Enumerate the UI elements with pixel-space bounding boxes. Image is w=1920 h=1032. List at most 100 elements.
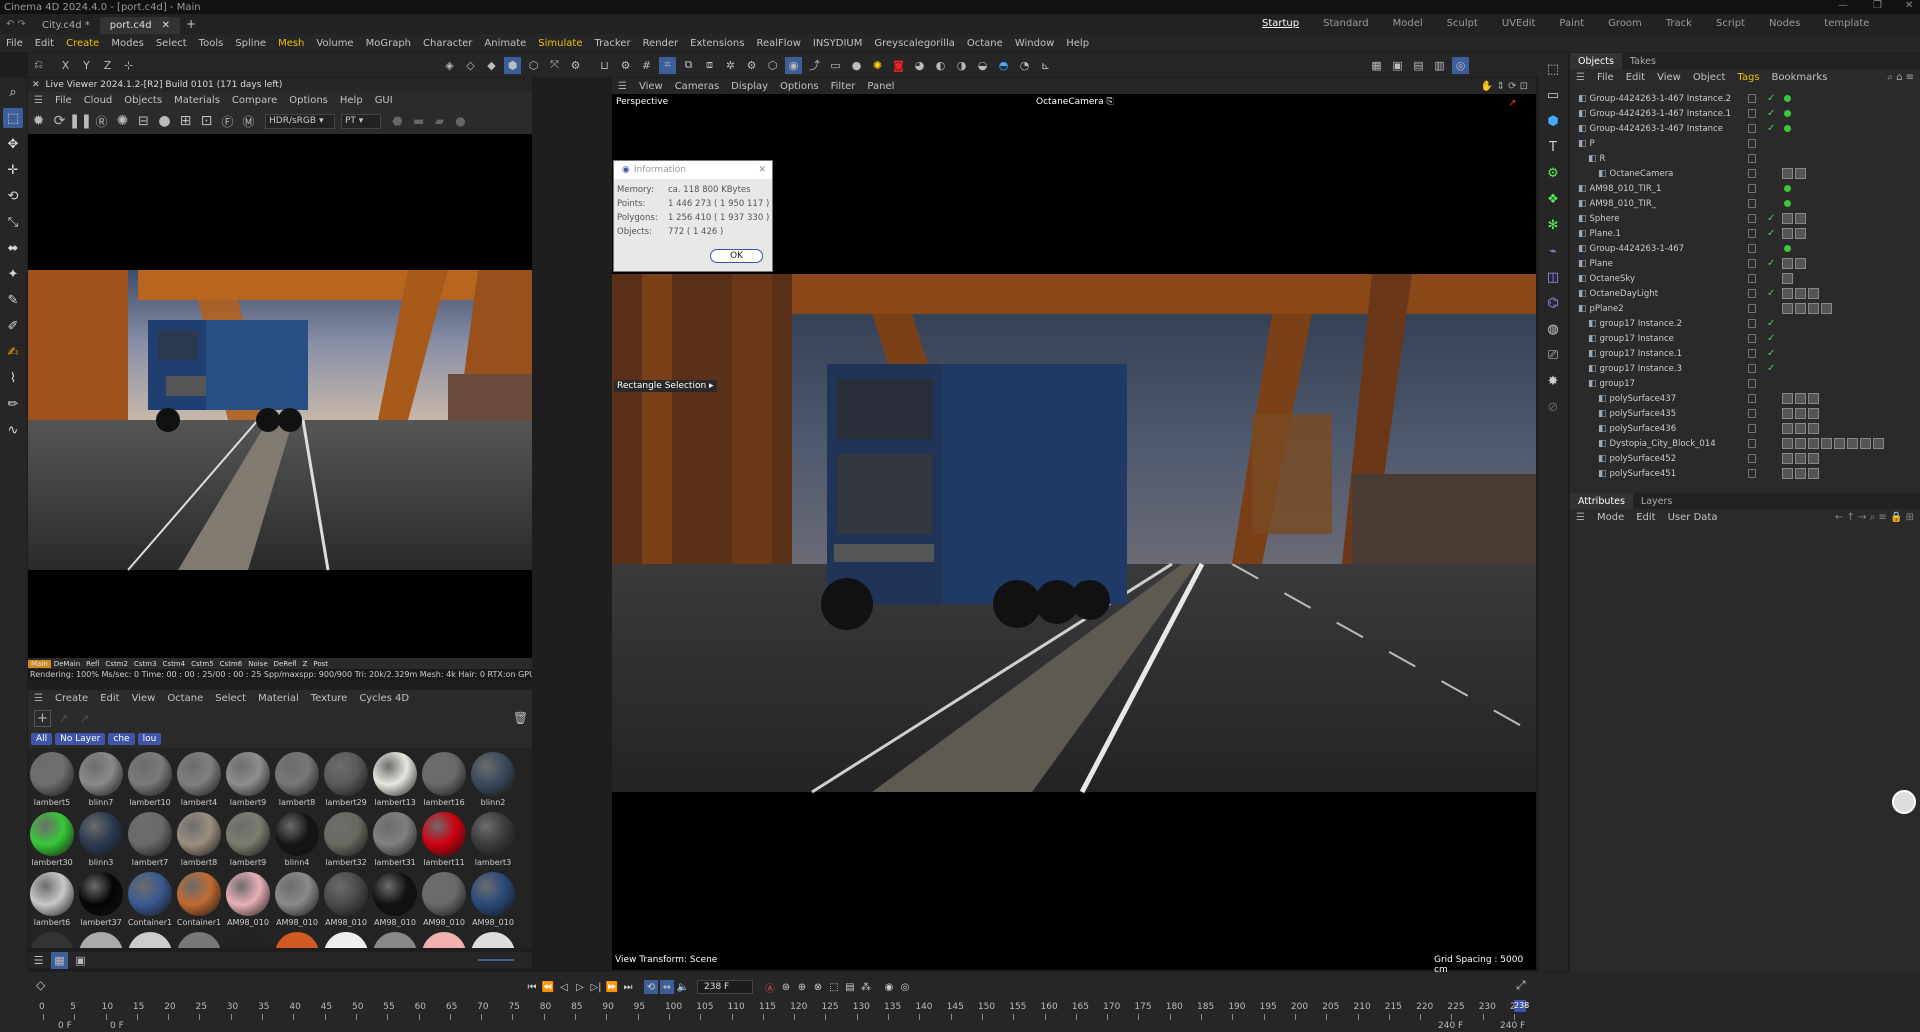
material-swatch-partial[interactable] [79, 932, 123, 948]
material-filter-che[interactable]: che [108, 733, 135, 745]
object-row[interactable]: ◧ polySurface452 [1570, 451, 1920, 466]
layout-tab-script[interactable]: Script [1704, 18, 1757, 29]
tag-icon[interactable] [1860, 438, 1871, 449]
visibility-toggle[interactable] [1748, 379, 1756, 388]
trash-icon[interactable]: 🗑 [512, 710, 529, 727]
object-menu-bookmarks[interactable]: Bookmarks [1766, 72, 1834, 83]
material-swatch[interactable]: lambert8 [273, 752, 321, 812]
tag-icon[interactable] [1782, 273, 1793, 284]
layout-tab-startup[interactable]: Startup [1250, 18, 1311, 29]
light-icon[interactable]: ✸ [1543, 371, 1563, 391]
layer-dot[interactable] [1784, 245, 1791, 252]
tag-icon[interactable]: ⊘ [1543, 397, 1563, 417]
menu-volume[interactable]: Volume [310, 38, 359, 49]
visibility-toggle[interactable] [1748, 409, 1756, 418]
undo-redo-icons[interactable]: ↶ ↷ [0, 19, 32, 30]
object-row[interactable]: ◧ Dystopia_City_Block_014 [1570, 436, 1920, 451]
layout-tab-standard[interactable]: Standard [1311, 18, 1381, 29]
layer-dot[interactable] [1784, 125, 1791, 132]
render-pass-main[interactable]: Main [28, 659, 51, 668]
material-swatch[interactable]: lambert37 [77, 872, 125, 932]
enabled-check-icon[interactable]: ✓ [1767, 318, 1775, 329]
snap-settings-icon[interactable]: ⚙ [617, 57, 634, 74]
object-row[interactable]: ◧ Sphere ✓ [1570, 211, 1920, 226]
add-material-icon[interactable]: + [34, 709, 51, 727]
menu-create[interactable]: Create [60, 38, 105, 49]
material-swatch[interactable]: AM98_010 [322, 872, 370, 932]
enabled-check-icon[interactable]: ✓ [1767, 363, 1775, 374]
menu-octane[interactable]: Octane [961, 38, 1009, 49]
object-row[interactable]: ◧ group17 Instance ✓ [1570, 331, 1920, 346]
tag-icon[interactable] [1808, 453, 1819, 464]
doc-tab-city[interactable]: City.c4d * [32, 17, 100, 34]
viewport-menu-cameras[interactable]: Cameras [669, 81, 725, 92]
live-viewer-menu-options[interactable]: Options [283, 95, 334, 106]
object-row[interactable]: ◧ Group-4424263-1-467 Instance.2 ✓ [1570, 91, 1920, 106]
material-swatch[interactable]: AM98_010 [420, 872, 468, 932]
object-row[interactable]: ◧ OctaneDayLight ✓ [1570, 286, 1920, 301]
attribute-menu-edit[interactable]: Edit [1630, 512, 1661, 523]
workplane-icon[interactable]: ⌗ [659, 56, 676, 74]
menu-render[interactable]: Render [637, 38, 685, 49]
visibility-toggle[interactable] [1748, 184, 1756, 193]
render-region-icon[interactable]: ⧈ [701, 57, 718, 74]
visibility-toggle[interactable] [1748, 274, 1756, 283]
material-swatch-partial[interactable] [275, 932, 319, 948]
add-region-icon[interactable]: ⊞ [177, 113, 194, 130]
tab-objects[interactable]: Objects [1570, 53, 1622, 69]
avatar[interactable] [1892, 790, 1916, 814]
menu-mesh[interactable]: Mesh [272, 38, 310, 49]
material-swatch[interactable]: lambert4 [175, 752, 223, 812]
object-menu-tags[interactable]: Tags [1731, 72, 1765, 83]
spline-pen-icon[interactable]: ∿ [3, 420, 23, 440]
object-row[interactable]: ◧ Group-4424263-1-467 [1570, 241, 1920, 256]
tag-icon[interactable] [1808, 423, 1819, 434]
tag-icon[interactable] [1782, 393, 1793, 404]
render-pass-cstm2[interactable]: Cstm2 [102, 660, 131, 668]
enabled-check-icon[interactable]: ✓ [1767, 228, 1775, 239]
render-pass-cstm5[interactable]: Cstm5 [188, 660, 217, 668]
layer-dot[interactable] [1784, 185, 1791, 192]
viewport-nav-icons[interactable]: ✋ ⇕ ⟳ ⊡ [1481, 81, 1528, 92]
spline-icon[interactable]: ⌁ [1543, 241, 1563, 261]
visibility-toggle[interactable] [1748, 229, 1756, 238]
restart-icon[interactable]: ⟳ [51, 113, 68, 130]
close-tab-icon[interactable]: ✕ [162, 20, 170, 31]
close-icon[interactable]: ✕ [32, 80, 40, 90]
visibility-toggle[interactable] [1748, 349, 1756, 358]
layer-dot[interactable] [1784, 110, 1791, 117]
pen-icon[interactable]: ✐ [3, 316, 23, 336]
material-swatch-partial[interactable] [177, 932, 221, 948]
visibility-toggle[interactable] [1748, 169, 1756, 178]
hamburger-icon[interactable]: ☰ [1576, 72, 1585, 83]
text-icon[interactable]: T [1543, 137, 1563, 157]
visibility-toggle[interactable] [1748, 154, 1756, 163]
material-swatch[interactable]: lambert31 [371, 812, 419, 872]
object-row[interactable]: ◧ Plane.1 ✓ [1570, 226, 1920, 241]
large-icon-view-icon[interactable]: ▣ [72, 952, 89, 969]
menu-edit[interactable]: Edit [29, 38, 60, 49]
tag-icon[interactable] [1821, 438, 1832, 449]
generator-icon[interactable]: ⚙ [1543, 163, 1563, 183]
octane-live-viewer-icon[interactable]: ◎ [1452, 56, 1469, 74]
visibility-toggle[interactable] [1748, 304, 1756, 313]
object-row[interactable]: ◧ polySurface437 [1570, 391, 1920, 406]
tag-icon[interactable] [1782, 423, 1793, 434]
kernel-select[interactable]: PT ▾ [341, 113, 381, 129]
visibility-toggle[interactable] [1748, 364, 1756, 373]
material-menu-material[interactable]: Material [252, 693, 305, 704]
object-menu-view[interactable]: View [1651, 72, 1687, 83]
menu-insydium[interactable]: INSYDIUM [807, 38, 868, 49]
paint-icon[interactable]: ✍ [3, 342, 23, 362]
tag-icon[interactable] [1795, 468, 1806, 479]
object-row[interactable]: ◧ pPlane2 [1570, 301, 1920, 316]
material-swatch[interactable]: Container1 [175, 872, 223, 932]
playhead[interactable]: 238 [1514, 1000, 1529, 1012]
live-viewer-menu-file[interactable]: File [49, 95, 78, 106]
render-view-icon[interactable]: ▦ [1368, 57, 1385, 74]
settings-icon[interactable]: ⚙ [743, 57, 760, 74]
cloner-icon[interactable]: ❖ [1543, 189, 1563, 209]
motion-icon[interactable]: ✲ [722, 57, 739, 74]
material-swatch[interactable]: blinn4 [273, 812, 321, 872]
field-icon[interactable]: ◓ [995, 57, 1012, 74]
